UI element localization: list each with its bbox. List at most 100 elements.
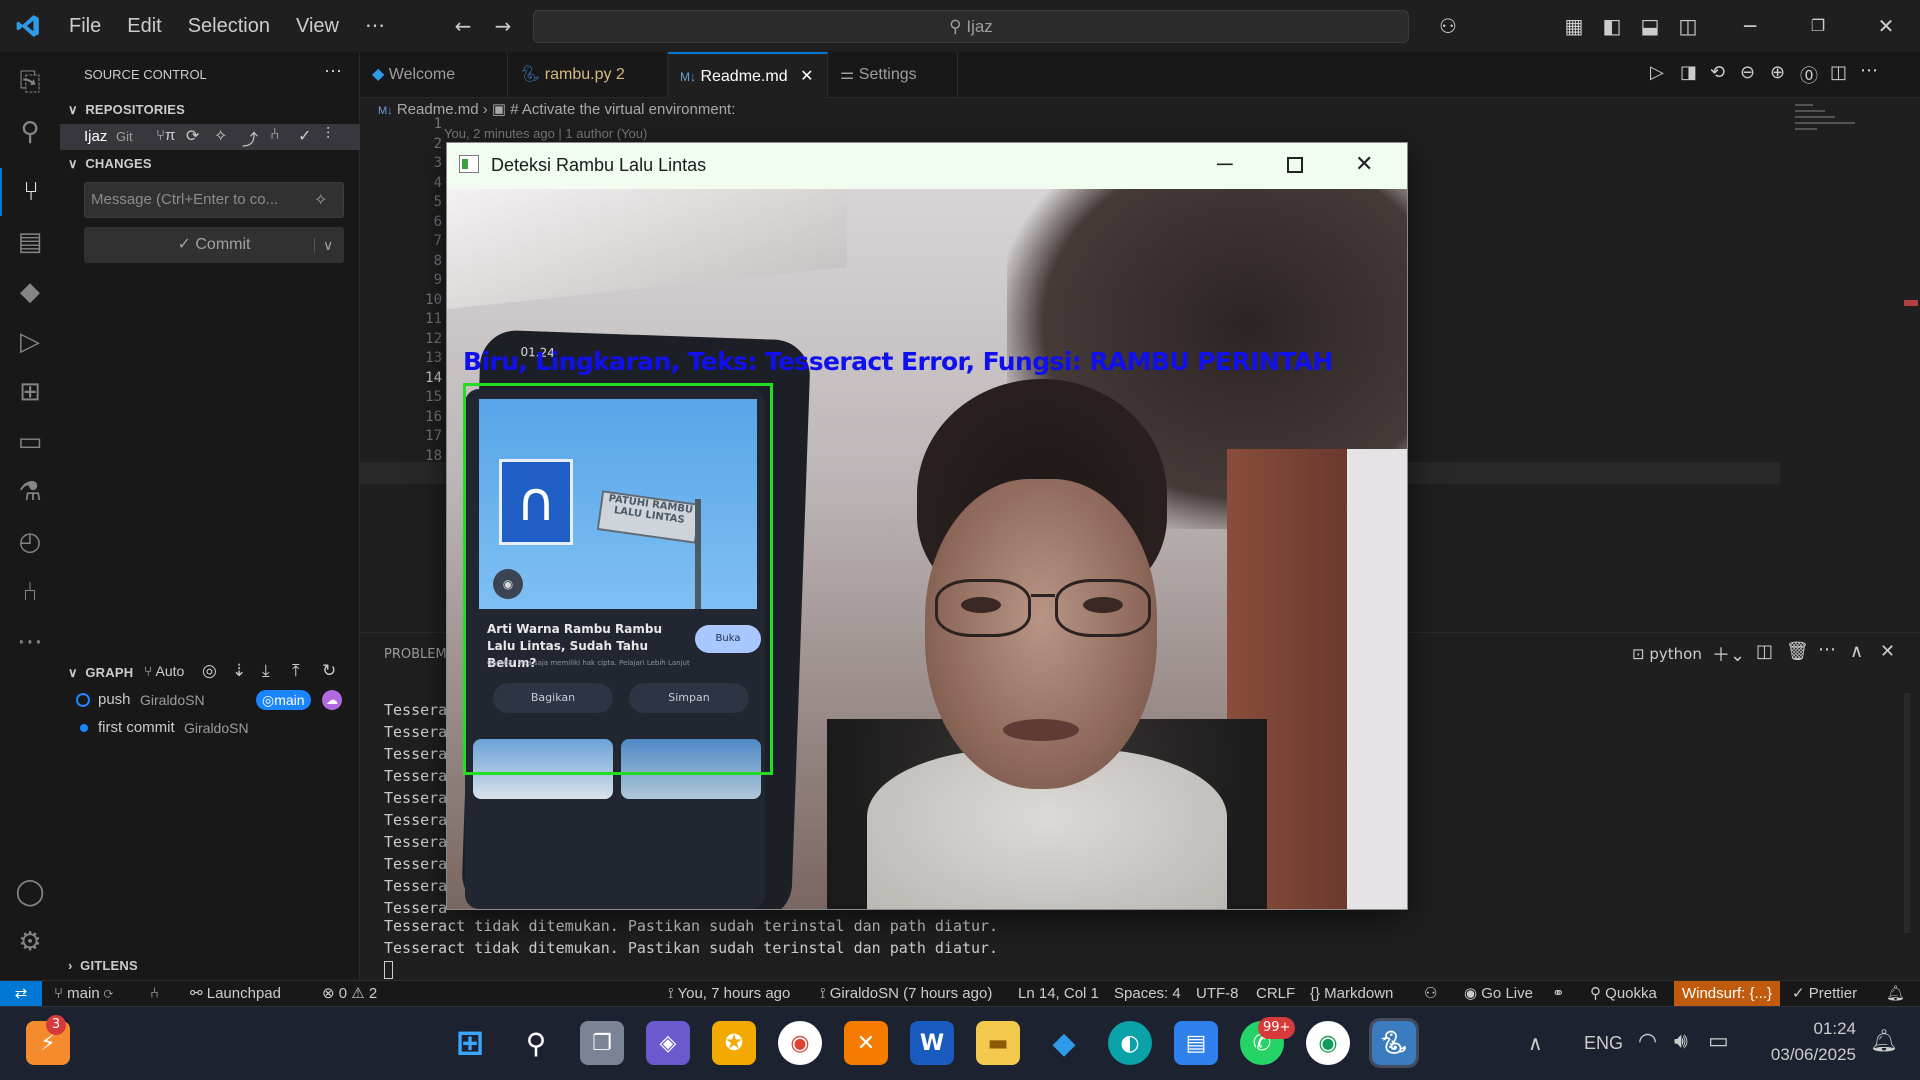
line-ending[interactable]: CRLF — [1256, 981, 1295, 1007]
word-icon[interactable]: W — [910, 1021, 954, 1065]
refresh-icon[interactable]: ↻ — [322, 661, 336, 681]
split-terminal-icon[interactable]: ◫ — [1756, 641, 1773, 662]
medal-app-icon[interactable]: ✪ — [712, 1021, 756, 1065]
language-mode[interactable]: {} Markdown — [1310, 981, 1393, 1007]
commit-message-input[interactable]: Message (Ctrl+Enter to co... — [84, 182, 344, 218]
show-hidden-icons-chevron-icon[interactable]: ∧ — [1528, 1031, 1543, 1055]
volume-icon[interactable]: 🔊︎ — [1674, 1029, 1688, 1054]
codelens-blame[interactable]: You, 2 minutes ago | 1 author (You) — [444, 126, 647, 141]
prettier-status[interactable]: ✓ Prettier — [1792, 981, 1857, 1007]
python-window-icon[interactable]: 🐍︎ — [1369, 1018, 1419, 1068]
toggle-panel-icon[interactable]: ⬓ — [1636, 0, 1664, 52]
copilot-icon[interactable]: ⚇ — [1428, 0, 1468, 52]
graph-commit-row[interactable]: push GiraldoSN ◎main ☁ — [60, 688, 360, 712]
run-icon[interactable]: ▷ — [1650, 62, 1664, 83]
menu-view[interactable]: View — [283, 0, 352, 52]
generate-message-sparkle-icon[interactable]: ✧ — [314, 190, 327, 210]
push-icon[interactable]: ⤒ — [292, 661, 300, 681]
tab-welcome[interactable]: ◆ Welcome — [360, 52, 508, 98]
more-actions-icon[interactable]: ⋯ — [324, 61, 342, 82]
branch-icon[interactable]: ⑂π — [156, 127, 175, 144]
tab-problems[interactable]: PROBLEMS — [384, 647, 455, 662]
menu-more[interactable]: ⋯ — [352, 0, 398, 52]
sparkle-icon[interactable]: ✧ — [214, 126, 227, 146]
commit-check-icon[interactable]: ✓ — [298, 126, 311, 146]
xampp-icon[interactable]: ✕ — [844, 1021, 888, 1065]
back-arrow-icon[interactable]: ← — [448, 0, 478, 52]
tab-readme[interactable]: M↓ Readme.md ✕ — [668, 52, 828, 98]
popup-close-icon[interactable]: ✕ — [1355, 151, 1373, 177]
previous-change-icon[interactable]: ⊖ — [1740, 62, 1755, 83]
commit-dropdown-chevron-icon[interactable]: ∨ — [314, 238, 333, 252]
menu-edit[interactable]: Edit — [114, 0, 174, 52]
quokka-status[interactable]: ⚲ Quokka — [1590, 981, 1657, 1007]
clock-time[interactable]: 01:24 — [1800, 1019, 1856, 1039]
restore-icon[interactable]: ❐ — [1798, 0, 1838, 52]
run-debug-icon[interactable]: ▷ — [0, 318, 60, 366]
explorer-icon[interactable]: ⎘ — [0, 58, 60, 106]
new-terminal-icon[interactable]: ＋⌄ — [1712, 641, 1745, 667]
chrome-profile-icon[interactable]: ◉ — [1306, 1021, 1350, 1065]
minimize-icon[interactable]: ─ — [1730, 0, 1770, 52]
branch-status[interactable]: ⑂ main ⟳ — [54, 981, 113, 1007]
gitlens-icon[interactable]: ◆ — [0, 268, 60, 316]
testing-icon[interactable]: ⚗ — [0, 468, 60, 516]
pull-request-icon[interactable]: ⤴ — [242, 126, 258, 150]
launchpad-status[interactable]: ⚯ Launchpad — [190, 981, 281, 1007]
command-center-search[interactable]: ⚲ Ijaz — [533, 10, 1409, 43]
source-control-icon[interactable]: ⑂ — [0, 168, 60, 216]
pull-icon[interactable]: ⤓ — [262, 661, 270, 681]
panel-more-icon[interactable]: ⋯ — [1818, 639, 1836, 660]
notifications-bell-icon[interactable]: 🔔︎ — [1886, 981, 1905, 1007]
more-views-icon[interactable]: ⋯ — [0, 618, 60, 666]
close-tab-icon[interactable]: ✕ — [800, 68, 813, 85]
close-panel-icon[interactable]: ✕ — [1880, 641, 1895, 662]
sync-icon[interactable]: ⟳ — [186, 126, 199, 146]
gitlens-action-icon[interactable]: ⓪ — [1800, 62, 1818, 88]
blame-status[interactable]: ⟟ You, 7 hours ago — [668, 981, 790, 1007]
accounts-icon[interactable]: ◯ — [0, 868, 60, 916]
file-explorer-icon[interactable]: ▬ — [976, 1021, 1020, 1065]
customize-layout-icon[interactable]: ▦ — [1560, 0, 1588, 52]
gitlens-header[interactable]: › GITLENS — [68, 958, 138, 973]
indentation[interactable]: Spaces: 4 — [1114, 981, 1181, 1007]
git-history-icon[interactable]: ⟲ — [1710, 62, 1725, 83]
changes-header[interactable]: ∨ CHANGES — [68, 156, 152, 172]
breadcrumb-heading[interactable]: # Activate the virtual environment: — [510, 101, 735, 118]
problems-status[interactable]: ⊗ 0 ⚠ 2 — [322, 981, 377, 1007]
editor-more-icon[interactable]: ⋯ — [1860, 60, 1878, 81]
go-live-status[interactable]: ◉ Go Live — [1464, 981, 1533, 1007]
start-menu-icon[interactable]: ⊞ — [448, 1021, 492, 1065]
close-icon[interactable]: ✕ — [1866, 0, 1906, 52]
popup-maximize-icon[interactable] — [1287, 157, 1303, 173]
toggle-secondary-sidebar-icon[interactable]: ◫ — [1674, 0, 1702, 52]
menu-file[interactable]: File — [56, 0, 114, 52]
git-graph-icon[interactable]: ⑃ — [0, 568, 60, 616]
tab-rambu-py[interactable]: 🐍︎ rambu.py 2 — [508, 52, 668, 98]
next-change-icon[interactable]: ⊕ — [1770, 62, 1785, 83]
cursor-position[interactable]: Ln 14, Col 1 — [1018, 981, 1099, 1007]
input-language[interactable]: ENG — [1584, 1033, 1623, 1054]
commit-button[interactable]: ✓ Commit — [84, 227, 344, 263]
vscode-taskbar-icon[interactable]: ◆ — [1042, 1021, 1086, 1065]
search-icon[interactable]: ⚲ — [0, 108, 60, 156]
encoding[interactable]: UTF-8 — [1196, 981, 1239, 1007]
notification-center-icon[interactable]: 🔔︎ — [1870, 1029, 1898, 1054]
menu-selection[interactable]: Selection — [175, 0, 283, 52]
tab-settings[interactable]: ⚌ Settings — [828, 52, 958, 98]
task-view-icon[interactable]: ❐ — [580, 1021, 624, 1065]
graph-auto-toggle[interactable]: ⑂ Auto — [144, 663, 184, 679]
split-editor-icon[interactable]: ◫ — [1830, 62, 1847, 83]
toggle-sidebar-icon[interactable]: ◧ — [1598, 0, 1626, 52]
commit-dot-icon[interactable]: ⫶ — [326, 126, 330, 144]
open-preview-icon[interactable]: ◨ — [1680, 62, 1697, 83]
copilot-app-icon[interactable]: ◈ — [646, 1021, 690, 1065]
taskbar-search-icon[interactable]: ⚲ — [514, 1021, 558, 1065]
edge-icon[interactable]: ◐ — [1108, 1021, 1152, 1065]
popup-title-bar[interactable]: Deteksi Rambu Lalu Lintas ─ ✕ — [447, 143, 1407, 189]
accounts-status-icon[interactable]: ⚭ — [1552, 981, 1565, 1007]
windsurf-status[interactable]: Windsurf: {...} — [1674, 981, 1780, 1007]
author-status[interactable]: ⟟ GiraldoSN (7 hours ago) — [820, 981, 992, 1007]
repository-row[interactable]: Ijaz Git ⑂π ⟳ ✧ ⤴ ⑃ ✓ ⫶ — [60, 124, 360, 150]
terminal-selector[interactable]: ⊡ python — [1632, 645, 1702, 663]
